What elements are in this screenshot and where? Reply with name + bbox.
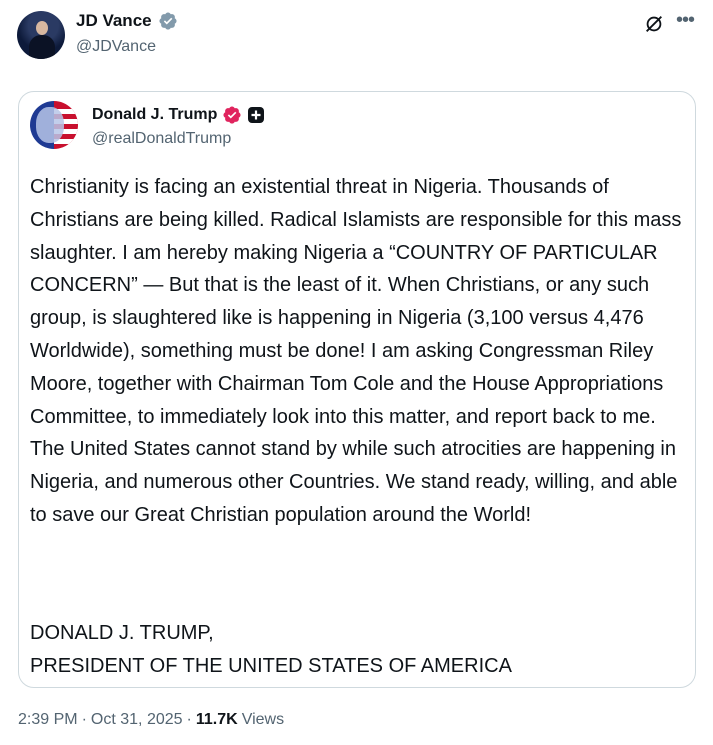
- more-icon[interactable]: •••: [676, 10, 698, 35]
- quoted-name-row: Donald J. Trump: [92, 105, 265, 125]
- views-count[interactable]: 11.7K: [196, 711, 238, 729]
- quoted-author-name[interactable]: Donald J. Trump: [92, 106, 217, 124]
- verified-badge-icon: [159, 12, 177, 30]
- avatar-face: [36, 107, 64, 143]
- affiliate-badge-icon: [248, 107, 265, 123]
- meta-separator: ·: [81, 711, 87, 728]
- avatar-head: [36, 21, 48, 35]
- signature-line-1: DONALD J. TRUMP,: [30, 622, 214, 644]
- author-avatar[interactable]: [17, 11, 65, 59]
- quoted-author-handle[interactable]: @realDonaldTrump: [92, 130, 231, 148]
- verified-badge-icon: [223, 106, 241, 124]
- quoted-tweet-text: Christianity is facing an existential th…: [30, 176, 682, 526]
- avatar-body: [29, 35, 55, 59]
- author-name-row: JD Vance: [76, 11, 178, 31]
- quoted-tweet[interactable]: Donald J. Trump @realDonaldTrump Christi…: [18, 91, 696, 688]
- signature-line-2: PRESIDENT OF THE UNITED STATES OF AMERIC…: [30, 654, 512, 677]
- quoted-author-avatar[interactable]: [30, 101, 78, 149]
- meta-separator: ·: [186, 711, 192, 728]
- quoted-signature: DONALD J. TRUMP, PRESIDENT OF THE UNITED…: [30, 617, 692, 683]
- tweet-date[interactable]: Oct 31, 2025: [91, 711, 183, 729]
- tweet-header: JD Vance @JDVance •••: [0, 0, 713, 80]
- author-name[interactable]: JD Vance: [76, 11, 152, 31]
- views-label: Views: [241, 711, 285, 728]
- tweet-time[interactable]: 2:39 PM: [18, 711, 78, 729]
- tweet-meta: 2:39 PM · Oct 31, 2025 · 11.7K Views: [18, 711, 284, 729]
- author-handle[interactable]: @JDVance: [76, 38, 156, 56]
- grok-icon[interactable]: [643, 13, 665, 35]
